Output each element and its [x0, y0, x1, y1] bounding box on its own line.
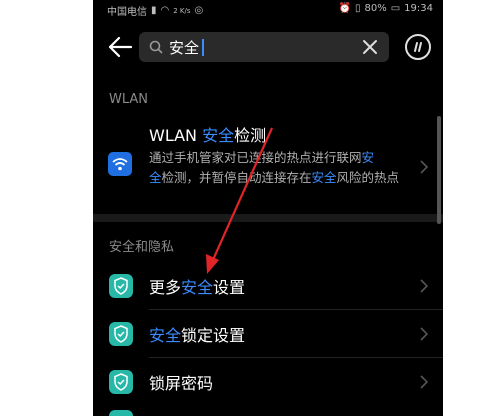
chevron-right-icon — [420, 375, 429, 389]
search-box[interactable] — [139, 32, 389, 62]
nfc-icon: ◎ — [194, 5, 204, 16]
chevron-right-icon — [420, 279, 429, 293]
result-title: WLAN 安全检测 — [149, 122, 266, 146]
security-shield-icon — [109, 410, 133, 416]
wifi-status-icon: ◠ — [160, 5, 170, 16]
desc-text: 通过手机管家对已连接的热点进行联网 — [149, 150, 362, 165]
search-input[interactable] — [169, 35, 349, 59]
desc-text-3: 风险的热点 — [336, 170, 400, 185]
next-result-partial — [93, 406, 443, 416]
carrier-label: 中国电信 — [107, 7, 147, 18]
section-header-security: 安全和隐私 — [109, 240, 175, 255]
alarm-icon: ⏰ — [338, 3, 351, 14]
search-icon — [149, 40, 163, 54]
signal-icon: ▮ — [151, 5, 157, 16]
text-cursor — [202, 39, 204, 56]
wlan-icon — [108, 152, 132, 176]
phone-screen: 中国电信 ▮ ◠ 2 K/s ◎ ⏰ ▯ 80% ▭ 19:34 安全 WLAN… — [93, 0, 443, 416]
section-header-wlan: WLAN — [109, 92, 149, 107]
result-description: 通过手机管家对已连接的热点进行联网安 全检测，并暂停自动连接存在安全风险的热点 — [149, 148, 419, 188]
label-highlight: 安全 — [149, 326, 182, 345]
result-more-security-settings[interactable]: 更多安全设置 — [93, 262, 443, 310]
title-highlight: 安全 — [202, 126, 235, 145]
label-text: 锁屏密码 — [149, 374, 214, 393]
battery-percent: 80% — [364, 3, 387, 14]
desc-highlight-2: 全 — [149, 170, 162, 185]
label-text: 更多 — [149, 278, 182, 297]
clear-icon[interactable] — [361, 38, 379, 56]
chevron-right-icon — [420, 327, 429, 341]
result-lock-screen-password[interactable]: 锁屏密码 — [93, 358, 443, 406]
desc-text-2: 检测，并暂停自动连接存在 — [161, 170, 312, 185]
title-text-end: 检测 — [234, 126, 267, 145]
security-shield-icon — [109, 322, 133, 346]
voice-assistant-icon[interactable] — [405, 34, 431, 60]
section-divider — [93, 214, 443, 222]
back-arrow-icon[interactable] — [107, 36, 133, 58]
security-shield-icon — [109, 370, 133, 394]
result-wlan-security-check[interactable]: WLAN 安全检测 通过手机管家对已连接的热点进行联网安 全检测，并暂停自动连接存… — [93, 122, 443, 214]
net-speed: 2 K/s — [173, 6, 191, 15]
chevron-right-icon — [420, 160, 429, 174]
label-text-end: 锁定设置 — [181, 326, 246, 345]
label-text-end: 设置 — [213, 278, 246, 297]
vibrate-icon: ▯ — [354, 3, 361, 14]
clock: 19:34 — [404, 3, 433, 14]
label-highlight: 安全 — [181, 278, 214, 297]
search-toolbar — [93, 28, 443, 68]
status-bar: 中国电信 ▮ ◠ 2 K/s ◎ ⏰ ▯ 80% ▭ 19:34 — [93, 0, 443, 20]
security-shield-icon — [109, 274, 133, 298]
desc-highlight-3: 安全 — [311, 170, 337, 185]
scrollbar[interactable] — [437, 116, 441, 224]
row-label: 锁屏密码 — [149, 370, 213, 394]
row-label: 安全锁定设置 — [149, 322, 245, 346]
title-text: WLAN — [149, 126, 203, 145]
battery-icon: ▭ — [390, 3, 401, 14]
desc-highlight-1: 安 — [361, 150, 375, 165]
result-security-lock-settings[interactable]: 安全锁定设置 — [93, 310, 443, 358]
row-label: 更多安全设置 — [149, 274, 245, 298]
